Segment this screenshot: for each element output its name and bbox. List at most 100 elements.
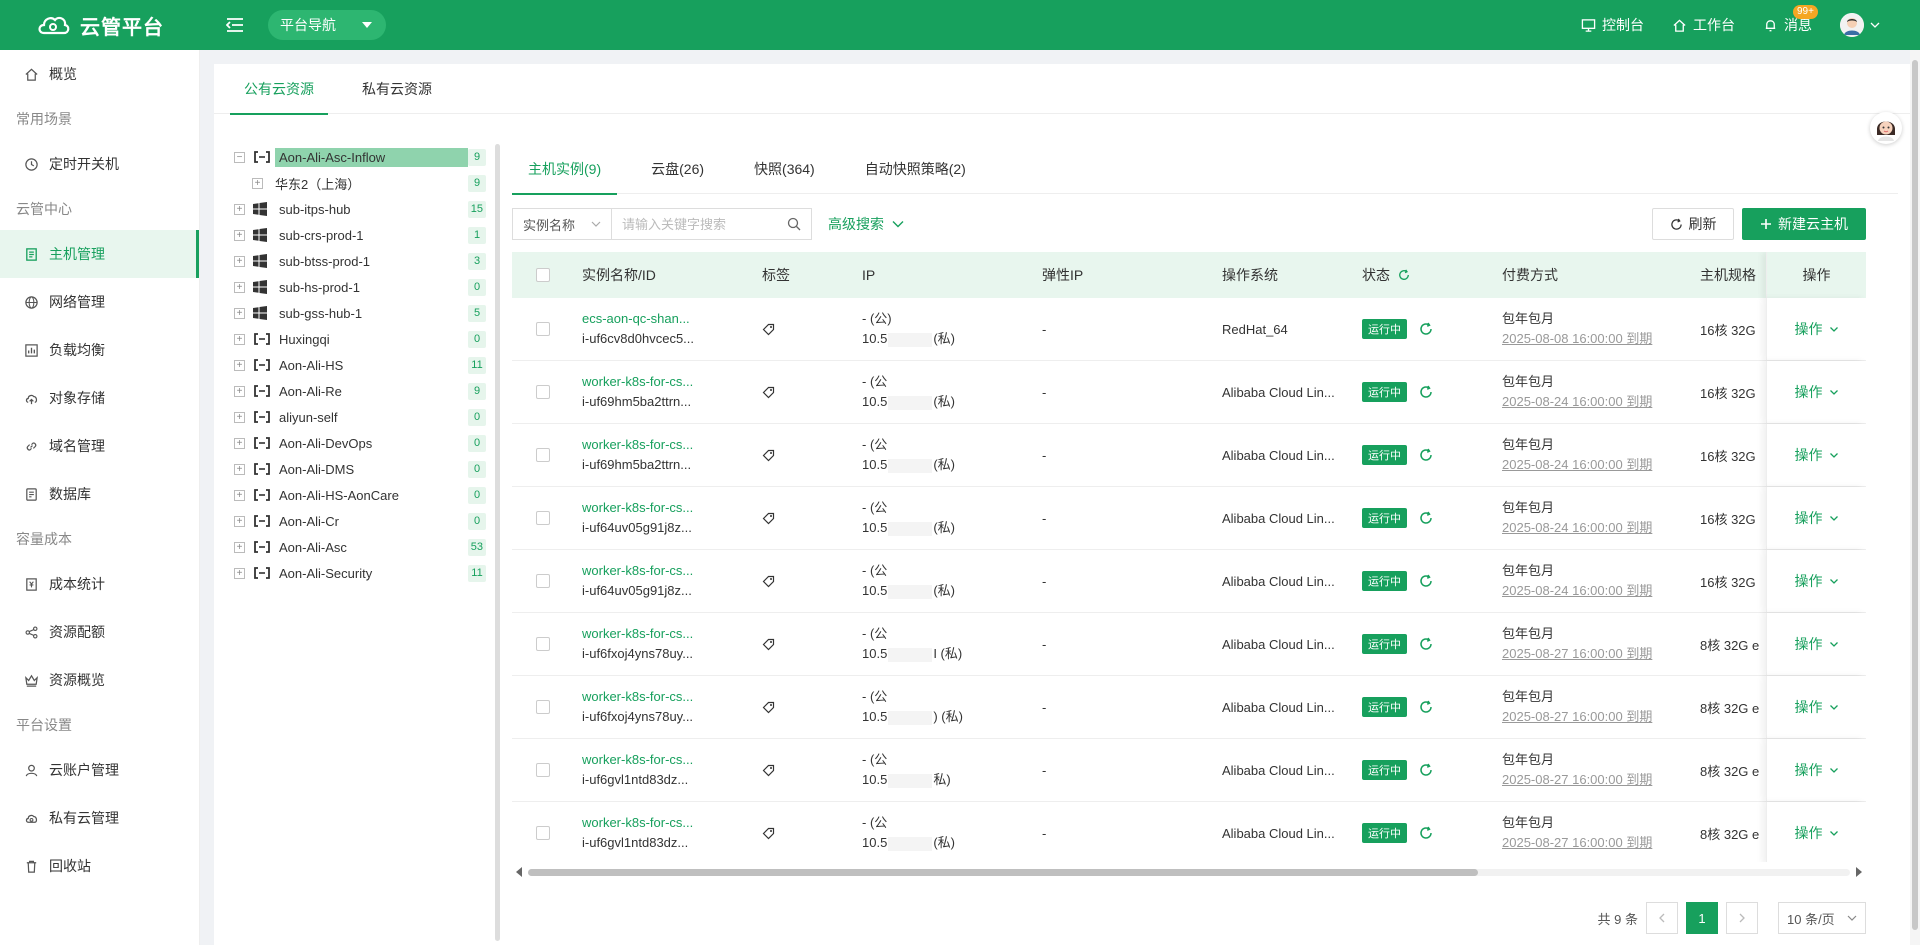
refresh-icon[interactable] bbox=[1419, 637, 1433, 651]
operation-dropdown[interactable]: 操作 bbox=[1795, 634, 1839, 654]
collapse-icon[interactable]: − bbox=[234, 151, 245, 163]
expire-date[interactable]: 2025-08-24 16:00:00 到期 bbox=[1502, 457, 1652, 473]
tree-node[interactable]: + sub-itps-hub 15 bbox=[234, 196, 486, 222]
instance-name-link[interactable]: worker-k8s-for-cs... bbox=[582, 689, 693, 705]
tree-node[interactable]: + sub-btss-prod-1 3 bbox=[234, 248, 486, 274]
instance-name-link[interactable]: worker-k8s-for-cs... bbox=[582, 563, 693, 579]
tree-node[interactable]: + Aon-Ali-DevOps 0 bbox=[234, 430, 486, 456]
new-host-button[interactable]: 新建云主机 bbox=[1742, 208, 1866, 240]
sidebar-item-db[interactable]: 数据库 bbox=[0, 470, 199, 518]
console-link[interactable]: 控制台 bbox=[1581, 15, 1644, 35]
refresh-icon[interactable] bbox=[1419, 385, 1433, 399]
expand-icon[interactable]: + bbox=[234, 567, 245, 579]
next-page-button[interactable] bbox=[1726, 902, 1758, 934]
operation-dropdown[interactable]: 操作 bbox=[1795, 697, 1839, 717]
sidebar-item-overview[interactable]: 概览 bbox=[0, 50, 199, 98]
assistant-avatar[interactable] bbox=[1870, 112, 1902, 144]
refresh-icon[interactable] bbox=[1419, 448, 1433, 462]
expire-date[interactable]: 2025-08-27 16:00:00 到期 bbox=[1502, 772, 1652, 788]
tree-node[interactable]: + sub-gss-hub-1 5 bbox=[234, 300, 486, 326]
search-field-select[interactable]: 实例名称 bbox=[512, 208, 612, 240]
tree-node[interactable]: + Aon-Ali-Asc 53 bbox=[234, 534, 486, 560]
refresh-icon[interactable] bbox=[1398, 269, 1410, 281]
tree-node[interactable]: + aliyun-self 0 bbox=[234, 404, 486, 430]
operation-dropdown[interactable]: 操作 bbox=[1795, 571, 1839, 591]
search-icon[interactable] bbox=[787, 217, 801, 231]
expand-icon[interactable]: + bbox=[234, 203, 245, 215]
expand-icon[interactable]: + bbox=[234, 489, 245, 501]
expand-icon[interactable]: + bbox=[234, 229, 245, 241]
tab-snapshot-policy[interactable]: 自动快照策略(2) bbox=[849, 144, 982, 194]
search-input[interactable] bbox=[622, 216, 787, 232]
expand-icon[interactable]: + bbox=[234, 333, 245, 345]
row-checkbox[interactable] bbox=[536, 322, 550, 336]
expand-icon[interactable]: + bbox=[234, 463, 245, 475]
tag-icon[interactable] bbox=[762, 574, 776, 588]
row-checkbox[interactable] bbox=[536, 511, 550, 525]
tree-node[interactable]: + sub-crs-prod-1 1 bbox=[234, 222, 486, 248]
page-size-select[interactable]: 10 条/页 bbox=[1778, 902, 1866, 934]
tag-icon[interactable] bbox=[762, 322, 776, 336]
page-scrollbar[interactable] bbox=[1910, 50, 1920, 945]
tree-node[interactable]: + Aon-Ali-Re 9 bbox=[234, 378, 486, 404]
sidebar-item-host[interactable]: 主机管理 bbox=[0, 230, 199, 278]
expand-icon[interactable]: + bbox=[234, 541, 245, 553]
sidebar-item-private[interactable]: 私有云管理 bbox=[0, 794, 199, 842]
expand-icon[interactable]: + bbox=[234, 255, 245, 267]
instance-name-link[interactable]: worker-k8s-for-cs... bbox=[582, 437, 693, 453]
expand-icon[interactable]: + bbox=[234, 359, 245, 371]
sidebar-item-recycle[interactable]: 回收站 bbox=[0, 842, 199, 890]
tag-icon[interactable] bbox=[762, 448, 776, 462]
row-checkbox[interactable] bbox=[536, 385, 550, 399]
tree-node[interactable]: + Huxingqi 0 bbox=[234, 326, 486, 352]
user-menu[interactable] bbox=[1840, 13, 1880, 37]
tree-node[interactable]: + 华东2（上海） 9 bbox=[252, 170, 486, 196]
expire-date[interactable]: 2025-08-27 16:00:00 到期 bbox=[1502, 709, 1652, 725]
row-checkbox[interactable] bbox=[536, 826, 550, 840]
expire-date[interactable]: 2025-08-24 16:00:00 到期 bbox=[1502, 583, 1652, 599]
sidebar-item-account[interactable]: 云账户管理 bbox=[0, 746, 199, 794]
instance-name-link[interactable]: worker-k8s-for-cs... bbox=[582, 815, 693, 831]
sidebar-item-cost[interactable]: 成本统计 bbox=[0, 560, 199, 608]
instance-name-link[interactable]: ecs-aon-qc-shan... bbox=[582, 311, 694, 327]
sidebar-item-quota[interactable]: 资源配额 bbox=[0, 608, 199, 656]
tree-node[interactable]: + Aon-Ali-HS 11 bbox=[234, 352, 486, 378]
sidebar-item-domain[interactable]: 域名管理 bbox=[0, 422, 199, 470]
sidebar-item-scheduled[interactable]: 定时开关机 bbox=[0, 140, 199, 188]
expand-icon[interactable]: + bbox=[234, 515, 245, 527]
tree-node[interactable]: + sub-hs-prod-1 0 bbox=[234, 274, 486, 300]
sidebar-item-lb[interactable]: 负载均衡 bbox=[0, 326, 199, 374]
expire-date[interactable]: 2025-08-27 16:00:00 到期 bbox=[1502, 835, 1652, 851]
sidebar-item-network[interactable]: 网络管理 bbox=[0, 278, 199, 326]
scroll-left-icon[interactable] bbox=[516, 867, 522, 877]
refresh-icon[interactable] bbox=[1419, 763, 1433, 777]
tag-icon[interactable] bbox=[762, 700, 776, 714]
page-scroll-thumb[interactable] bbox=[1912, 60, 1918, 930]
refresh-button[interactable]: 刷新 bbox=[1652, 208, 1734, 240]
menu-toggle-icon[interactable] bbox=[222, 12, 248, 38]
tag-icon[interactable] bbox=[762, 637, 776, 651]
expire-date[interactable]: 2025-08-24 16:00:00 到期 bbox=[1502, 520, 1652, 536]
operation-dropdown[interactable]: 操作 bbox=[1795, 445, 1839, 465]
refresh-icon[interactable] bbox=[1419, 574, 1433, 588]
row-checkbox[interactable] bbox=[536, 448, 550, 462]
row-checkbox[interactable] bbox=[536, 574, 550, 588]
table-horizontal-scrollbar[interactable] bbox=[512, 866, 1866, 878]
workbench-link[interactable]: 工作台 bbox=[1672, 15, 1735, 35]
tag-icon[interactable] bbox=[762, 385, 776, 399]
expand-icon[interactable]: + bbox=[234, 281, 245, 293]
tab-disks[interactable]: 云盘(26) bbox=[635, 144, 720, 194]
expire-date[interactable]: 2025-08-08 16:00:00 到期 bbox=[1502, 331, 1652, 347]
tag-icon[interactable] bbox=[762, 763, 776, 777]
sidebar-item-res-overview[interactable]: 资源概览 bbox=[0, 656, 199, 704]
operation-dropdown[interactable]: 操作 bbox=[1795, 319, 1839, 339]
messages-link[interactable]: 消息 99+ bbox=[1763, 5, 1818, 35]
tree-scrollbar[interactable] bbox=[495, 144, 500, 941]
refresh-icon[interactable] bbox=[1419, 826, 1433, 840]
refresh-icon[interactable] bbox=[1419, 322, 1433, 336]
expand-icon[interactable]: + bbox=[234, 411, 245, 423]
expand-icon[interactable]: + bbox=[234, 385, 245, 397]
operation-dropdown[interactable]: 操作 bbox=[1795, 760, 1839, 780]
instance-name-link[interactable]: worker-k8s-for-cs... bbox=[582, 500, 693, 516]
prev-page-button[interactable] bbox=[1646, 902, 1678, 934]
